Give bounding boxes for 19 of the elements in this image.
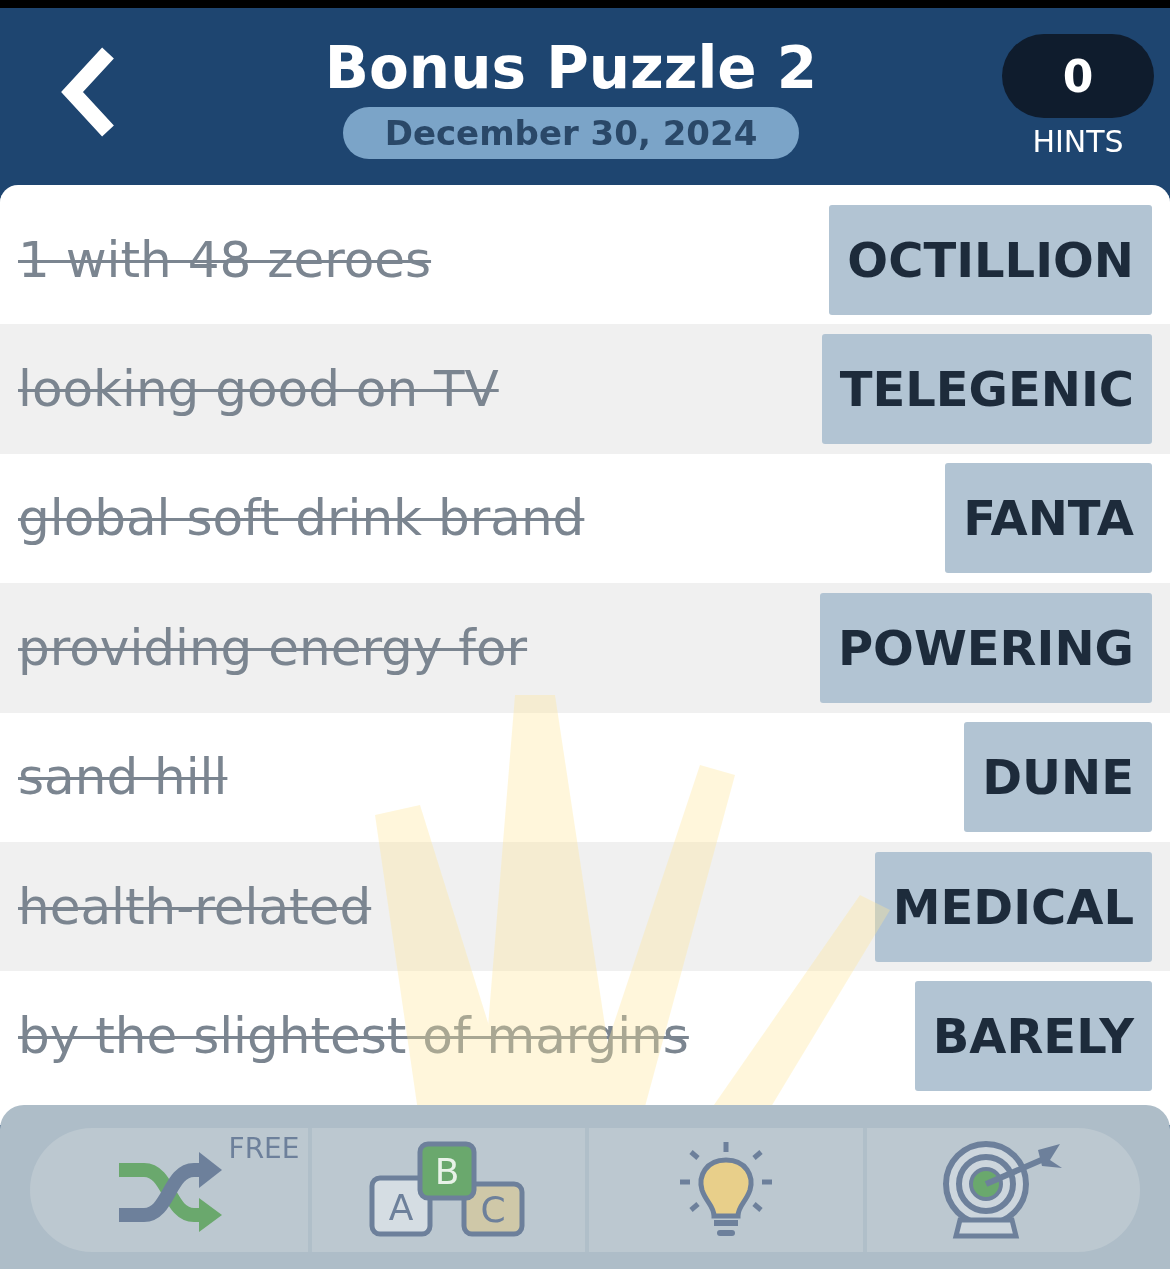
clue-text: health-related (18, 877, 372, 936)
clue-text: 1 with 48 zeroes (18, 230, 432, 289)
clue-text: global soft drink brand (18, 489, 585, 548)
hint-count[interactable]: 0 (1002, 34, 1154, 118)
free-label: FREE (228, 1132, 300, 1165)
answer-tile[interactable]: MEDICAL (874, 851, 1152, 962)
clue-text: looking good on TV (18, 360, 499, 419)
answer-tile[interactable]: FANTA (945, 463, 1152, 574)
date-pill: December 30, 2024 (342, 106, 800, 159)
answer-tile[interactable]: POWERING (819, 592, 1152, 703)
answer-tile[interactable]: DUNE (964, 722, 1152, 833)
answer-tile[interactable]: BARELY (914, 981, 1152, 1092)
puzzle-title: Bonus Puzzle 2 (324, 34, 818, 101)
hints-label: HINTS (1032, 124, 1124, 159)
clue-text: providing energy for (18, 618, 528, 677)
answer-tile[interactable]: OCTILLION (829, 204, 1152, 315)
answer-tile[interactable]: TELEGENIC (821, 334, 1152, 445)
clue-text: sand hill (18, 748, 228, 807)
clue-text: by the slightest of margins (18, 1007, 689, 1066)
